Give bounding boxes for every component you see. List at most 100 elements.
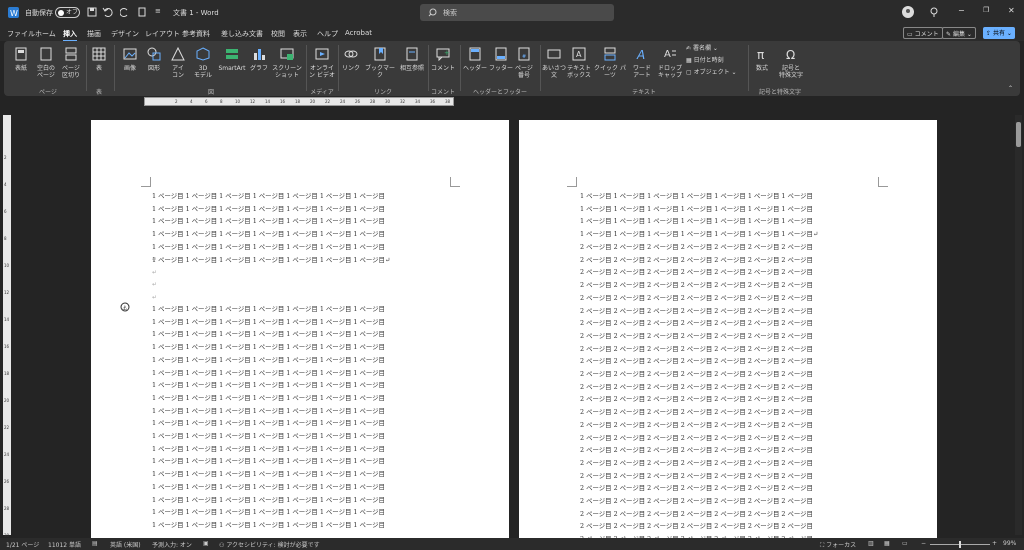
text-line[interactable]: 1 ページ目 1 ページ目 1 ページ目 1 ページ目 1 ページ目 1 ページ… — [152, 418, 452, 427]
autosave-toggle[interactable]: オフ — [55, 7, 80, 18]
footer-button[interactable]: フッター — [488, 47, 514, 72]
close-icon[interactable]: ✕ — [1008, 6, 1015, 15]
text-line[interactable]: 1 ページ目 1 ページ目 1 ページ目 1 ページ目 1 ページ目 1 ページ… — [152, 216, 452, 225]
link-button[interactable]: リンク — [340, 47, 362, 72]
text-line[interactable]: 1 ページ目 1 ページ目 1 ページ目 1 ページ目 1 ページ目 1 ページ… — [152, 507, 452, 516]
cover-page-button[interactable]: 表紙 — [10, 47, 32, 72]
bookmark-button[interactable]: ブックマーク — [364, 47, 396, 79]
page-count[interactable]: 1/21 ページ — [6, 540, 39, 549]
lightbulb-icon[interactable] — [930, 7, 938, 17]
text-line[interactable]: 2 ページ目 2 ページ目 2 ページ目 2 ページ目 2 ページ目 2 ページ… — [580, 445, 880, 454]
tab-view[interactable]: 表示 — [293, 29, 307, 39]
object-button[interactable]: ▢ オブジェクト ⌄ — [686, 69, 737, 76]
text-line[interactable]: 1 ページ目 1 ページ目 1 ページ目 1 ページ目 1 ページ目 1 ページ… — [152, 431, 452, 440]
text-predictions[interactable]: 予測入力: オン — [152, 540, 192, 549]
text-line[interactable]: 1 ページ目 1 ページ目 1 ページ目 1 ページ目 1 ページ目 1 ページ… — [580, 191, 880, 200]
qat-more-icon[interactable]: ≡ — [155, 7, 161, 15]
text-line[interactable]: 1 ページ目 1 ページ目 1 ページ目 1 ページ目 1 ページ目 1 ページ… — [152, 229, 452, 238]
zoom-slider-thumb[interactable] — [959, 541, 961, 548]
text-line[interactable]: 1 ページ目 1 ページ目 1 ページ目 1 ページ目 1 ページ目 1 ページ… — [152, 380, 452, 389]
focus-button[interactable]: ⛶ フォーカス — [820, 540, 856, 550]
comment-button[interactable]: ▭ コメント — [903, 27, 943, 39]
tab-draw[interactable]: 描画 — [87, 29, 101, 39]
redo-icon[interactable] — [120, 7, 130, 17]
text-line[interactable]: 2 ページ目 2 ページ目 2 ページ目 2 ページ目 2 ページ目 2 ページ… — [580, 420, 880, 429]
print-layout-icon[interactable]: ▦ — [884, 540, 890, 547]
text-line[interactable]: 1 ページ目 1 ページ目 1 ページ目 1 ページ目 1 ページ目 1 ページ… — [152, 393, 452, 402]
collapse-ribbon-icon[interactable]: ⌃ — [1008, 85, 1013, 92]
text-line[interactable]: 1 ページ目 1 ページ目 1 ページ目 1 ページ目 1 ページ目 1 ページ… — [152, 520, 452, 529]
save-icon[interactable] — [87, 7, 97, 17]
text-line[interactable]: 1 ページ目 1 ページ目 1 ページ目 1 ページ目 1 ページ目 1 ページ… — [152, 444, 452, 453]
text-line[interactable]: 2 ページ目 2 ページ目 2 ページ目 2 ページ目 2 ページ目 2 ページ… — [580, 433, 880, 442]
vertical-scrollbar[interactable] — [1015, 115, 1022, 535]
tab-help[interactable]: ヘルプ — [317, 29, 338, 39]
word-count[interactable]: 11012 単語 — [48, 540, 81, 549]
screenshot-button[interactable]: スクリーン ショット — [271, 47, 303, 79]
avatar-icon[interactable] — [902, 6, 914, 18]
text-line[interactable]: 1 ページ目 1 ページ目 1 ページ目 1 ページ目 1 ページ目 1 ページ… — [152, 355, 452, 364]
text-line[interactable]: 1 ページ目 1 ページ目 1 ページ目 1 ページ目 1 ページ目 1 ページ… — [152, 204, 452, 213]
text-line[interactable]: 2 ページ目 2 ページ目 2 ページ目 2 ページ目 2 ページ目 2 ページ… — [580, 521, 880, 530]
signature-line-button[interactable]: ✍ 署名欄 ⌄ — [686, 45, 718, 52]
search-box[interactable]: 検索 — [420, 4, 614, 21]
page-break-button[interactable]: ページ 区切り — [59, 47, 83, 79]
smartart-button[interactable]: SmartArt — [217, 47, 247, 72]
new-doc-icon[interactable] — [137, 7, 147, 17]
text-line[interactable]: 2 ページ目 2 ページ目 2 ページ目 2 ページ目 2 ページ目 2 ページ… — [580, 255, 880, 264]
page-2[interactable]: 1 ページ目 1 ページ目 1 ページ目 1 ページ目 1 ページ目 1 ページ… — [519, 120, 937, 540]
zoom-out-icon[interactable]: − — [921, 540, 926, 547]
chart-button[interactable]: グラフ — [249, 47, 269, 72]
tab-insert[interactable]: 挿入 — [63, 29, 77, 42]
quick-parts-button[interactable]: クイック パーツ — [592, 47, 628, 79]
new-comment-button[interactable]: + コメント — [430, 47, 456, 72]
read-mode-icon[interactable]: ▥ — [868, 540, 874, 547]
text-line[interactable]: 1 ページ目 1 ページ目 1 ページ目 1 ページ目 1 ページ目 1 ページ… — [152, 317, 452, 326]
minimize-icon[interactable]: − — [958, 6, 965, 15]
text-line[interactable]: 2 ページ目 2 ページ目 2 ページ目 2 ページ目 2 ページ目 2 ページ… — [580, 280, 880, 289]
text-line[interactable]: 1 ページ目 1 ページ目 1 ページ目 1 ページ目 1 ページ目 1 ページ… — [580, 229, 880, 238]
drop-cap-button[interactable]: A ドロップ キャップ — [656, 47, 684, 79]
online-video-button[interactable]: オンライ ン ビデオ — [308, 47, 336, 79]
tab-acrobat[interactable]: Acrobat — [345, 29, 372, 37]
tab-review[interactable]: 校閲 — [271, 29, 285, 39]
text-line[interactable]: 2 ページ目 2 ページ目 2 ページ目 2 ページ目 2 ページ目 2 ページ… — [580, 369, 880, 378]
macro-icon[interactable]: ▣ — [203, 540, 209, 547]
text-line[interactable]: 2 ページ目 2 ページ目 2 ページ目 2 ページ目 2 ページ目 2 ページ… — [580, 293, 880, 302]
icons-button[interactable]: アイ コン — [167, 46, 189, 79]
text-line[interactable]: 1 ページ目 1 ページ目 1 ページ目 1 ページ目 1 ページ目 1 ページ… — [152, 304, 452, 313]
text-line[interactable]: 1 ページ目 1 ページ目 1 ページ目 1 ページ目 1 ページ目 1 ページ… — [152, 191, 452, 200]
text-line[interactable]: 2 ページ目 2 ページ目 2 ページ目 2 ページ目 2 ページ目 2 ページ… — [580, 318, 880, 327]
share-button[interactable]: ⇪ 共有 ⌄ — [983, 27, 1015, 39]
restore-icon[interactable]: ❐ — [983, 6, 989, 14]
language[interactable]: 英語 (米国) — [110, 540, 141, 549]
text-line[interactable]: 1 ページ目 1 ページ目 1 ページ目 1 ページ目 1 ページ目 1 ページ… — [152, 495, 452, 504]
text-line[interactable]: 2 ページ目 2 ページ目 2 ページ目 2 ページ目 2 ページ目 2 ページ… — [580, 471, 880, 480]
text-line[interactable]: 1 ページ目 1 ページ目 1 ページ目 1 ページ目 1 ページ目 1 ページ… — [152, 329, 452, 338]
shapes-button[interactable]: 図形 — [143, 47, 165, 72]
text-line[interactable]: 1 ページ目 1 ページ目 1 ページ目 1 ページ目 1 ページ目 1 ページ… — [580, 204, 880, 213]
anchor-icon[interactable]: ⚓ — [120, 302, 130, 312]
date-time-button[interactable]: ▦ 日付と時刻 — [686, 57, 724, 64]
text-line[interactable]: 2 ページ目 2 ページ目 2 ページ目 2 ページ目 2 ページ目 2 ページ… — [580, 267, 880, 276]
page-1[interactable]: 1 ページ目 1 ページ目 1 ページ目 1 ページ目 1 ページ目 1 ページ… — [91, 120, 509, 540]
header-button[interactable]: ヘッダー — [462, 47, 488, 72]
tab-home[interactable]: ホーム — [35, 29, 56, 39]
3d-models-button[interactable]: 3D モデル — [191, 47, 215, 79]
wordart-button[interactable]: A ワード アート — [630, 47, 654, 79]
text-line[interactable]: 1 ページ目 1 ページ目 1 ページ目 1 ページ目 1 ページ目 1 ページ… — [152, 255, 452, 264]
text-line[interactable]: 2 ページ目 2 ページ目 2 ページ目 2 ページ目 2 ページ目 2 ページ… — [580, 344, 880, 353]
text-line[interactable]: 2 ページ目 2 ページ目 2 ページ目 2 ページ目 2 ページ目 2 ページ… — [580, 394, 880, 403]
table-button[interactable]: 表 — [90, 47, 108, 72]
tab-mailings[interactable]: 差し込み文書 — [221, 29, 263, 39]
text-line[interactable]: 1 ページ目 1 ページ目 1 ページ目 1 ページ目 1 ページ目 1 ページ… — [152, 368, 452, 377]
tab-layout[interactable]: レイアウト — [145, 29, 180, 39]
text-line[interactable]: 1 ページ目 1 ページ目 1 ページ目 1 ページ目 1 ページ目 1 ページ… — [152, 406, 452, 415]
horizontal-ruler[interactable]: 2 4 6 8 10 12 14 16 18 20 22 24 26 28 30 32 34 36 38 — [144, 97, 454, 106]
text-box-button[interactable]: A テキスト ボックス — [566, 47, 592, 79]
text-line[interactable]: 2 ページ目 2 ページ目 2 ページ目 2 ページ目 2 ページ目 2 ページ… — [580, 458, 880, 467]
text-line[interactable]: 2 ページ目 2 ページ目 2 ページ目 2 ページ目 2 ページ目 2 ページ… — [580, 306, 880, 315]
text-line[interactable]: 2 ページ目 2 ページ目 2 ページ目 2 ページ目 2 ページ目 2 ページ… — [580, 496, 880, 505]
web-layout-icon[interactable]: ▭ — [902, 540, 908, 547]
text-line[interactable]: 2 ページ目 2 ページ目 2 ページ目 2 ページ目 2 ページ目 2 ページ… — [580, 356, 880, 365]
